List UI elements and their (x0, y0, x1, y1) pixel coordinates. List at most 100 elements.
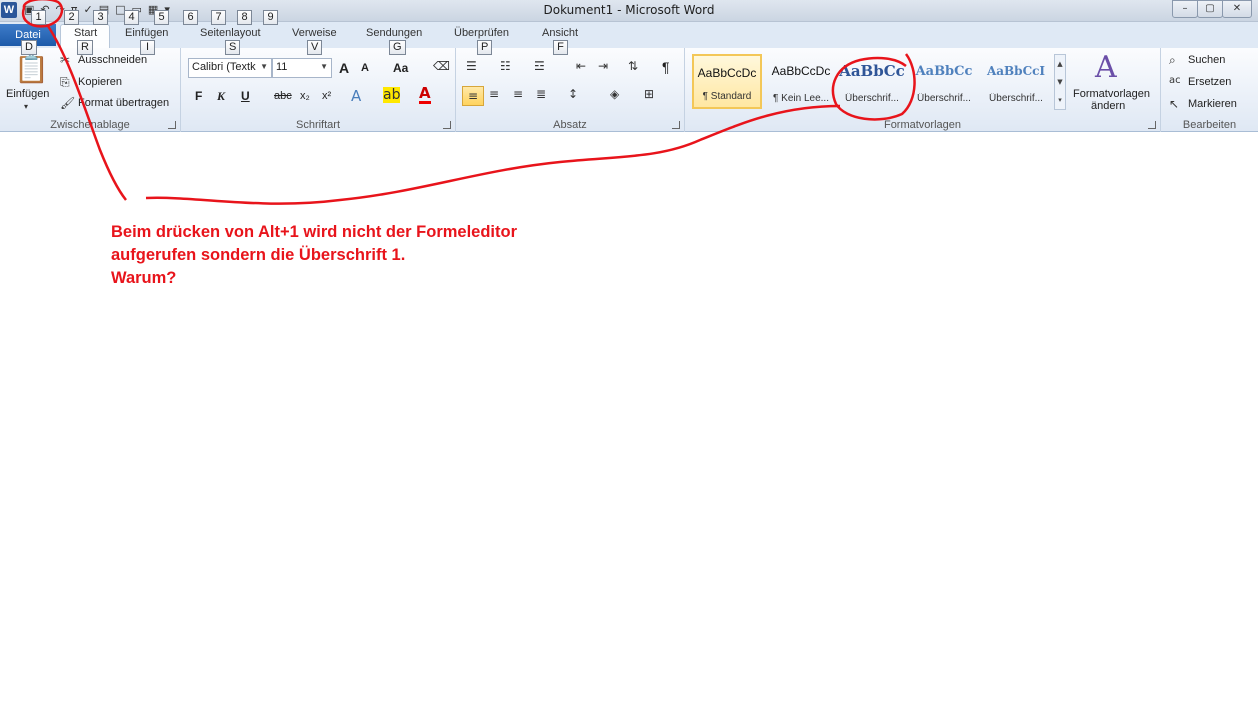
style-kein-leerraum[interactable]: AaBbCcDc ¶ Kein Lee... (766, 54, 836, 109)
keytip-seitenlayout: S (225, 40, 241, 55)
bold-button[interactable]: F (195, 89, 202, 103)
underline-button[interactable]: U (241, 89, 250, 103)
group-label-editing: Bearbeiten (1182, 119, 1237, 131)
binoculars-icon[interactable]: ⌕ (1169, 53, 1176, 68)
keytip-ueberpruefen: P (477, 40, 493, 55)
keytip-qat-7: 7 (211, 10, 226, 25)
change-styles-button[interactable]: Formatvorlagen (1073, 88, 1150, 100)
style-preview: AaBbCcDc (771, 64, 831, 78)
keytip-qat-9: 9 (263, 10, 278, 25)
sort-icon[interactable]: ⇅ (628, 59, 638, 73)
increase-indent-icon[interactable]: ⇥ (598, 59, 608, 73)
maximize-icon[interactable]: ▢ (1197, 0, 1223, 18)
font-family-select[interactable]: Calibri (Textk ▼ (188, 58, 272, 78)
tab-verweise[interactable]: Verweise (292, 27, 337, 39)
group-font: Calibri (Textk ▼ 11 ▼ A A Aa ⌫ F K U abc x… (181, 48, 456, 132)
keytip-verweise: V (307, 40, 323, 55)
numbering-icon[interactable]: ☷ (500, 59, 511, 73)
keytip-sendungen: G (389, 40, 406, 55)
tab-start[interactable]: Start (74, 27, 97, 39)
style-ueberschrift-3[interactable]: AaBbCcI Überschrif... (981, 54, 1051, 109)
clipboard-paste-icon[interactable]: 📋 (14, 52, 49, 88)
chevron-down-icon: ▼ (320, 62, 328, 71)
style-preview: AaBbCc (915, 64, 973, 79)
font-size-select[interactable]: 11 ▼ (272, 58, 332, 78)
tab-ueberpruefen[interactable]: Überprüfen (454, 27, 509, 39)
align-right-icon[interactable]: ≡ (513, 87, 523, 101)
style-standard[interactable]: AaBbCcDc ¶ Standard (692, 54, 762, 109)
multilevel-list-icon[interactable]: ☲ (534, 59, 545, 73)
line-spacing-icon[interactable]: ↕ (568, 87, 578, 101)
chevron-down-icon[interactable]: ▾ (24, 102, 28, 111)
cut-icon[interactable]: ✂ (60, 53, 70, 67)
font-family-value: Calibri (Textk (192, 61, 256, 73)
replace-button[interactable]: Ersetzen (1188, 76, 1231, 88)
text-effects-icon[interactable]: A (351, 87, 361, 105)
select-button[interactable]: Markieren (1188, 98, 1237, 110)
change-styles-button-line2[interactable]: ändern (1091, 100, 1125, 112)
style-preview: AaBbCcI (986, 64, 1046, 78)
style-name: Überschrif... (917, 93, 971, 104)
style-ueberschrift-1[interactable]: AaBbCc Überschrif... (837, 54, 907, 109)
dialog-launcher-icon[interactable] (672, 121, 680, 129)
keytip-datei: D (21, 40, 37, 55)
cut-button[interactable]: Ausschneiden (78, 54, 147, 66)
copy-icon[interactable]: ⎘ (60, 75, 70, 90)
superscript-button[interactable]: x² (322, 90, 331, 102)
subscript-button[interactable]: x₂ (300, 90, 310, 102)
shading-icon[interactable]: ◈ (610, 87, 619, 101)
replace-icon[interactable]: ac (1169, 75, 1181, 86)
group-label-styles: Formatvorlagen (883, 119, 962, 131)
style-name: Überschrif... (845, 93, 899, 104)
align-left-icon[interactable]: ≡ (462, 86, 484, 106)
justify-icon[interactable]: ≣ (536, 87, 546, 101)
tab-einfuegen[interactable]: Einfügen (125, 27, 168, 39)
group-label-clipboard: Zwischenablage (50, 119, 130, 131)
chevron-down-icon: ▼ (260, 62, 268, 71)
format-painter-icon[interactable]: 🖌 (60, 96, 75, 110)
annotation-text: Beim drücken von Alt+1 wird nicht der Fo… (111, 221, 517, 290)
minimize-icon[interactable]: – (1172, 0, 1198, 18)
show-formatting-button[interactable]: ¶ (662, 59, 670, 75)
dialog-launcher-icon[interactable] (443, 121, 451, 129)
keytip-qat-2: 2 (64, 10, 79, 25)
style-name: Überschrif... (989, 93, 1043, 104)
dialog-launcher-icon[interactable] (1148, 121, 1156, 129)
copy-button[interactable]: Kopieren (78, 76, 122, 88)
tab-ansicht[interactable]: Ansicht (542, 27, 578, 39)
style-preview: AaBbCcDc (697, 66, 757, 80)
group-label-font: Schriftart (295, 119, 340, 131)
keytip-einfuegen: I (140, 40, 155, 55)
keytip-qat-8: 8 (237, 10, 252, 25)
keytip-qat-6: 6 (183, 10, 198, 25)
font-color-icon[interactable]: A (419, 86, 431, 104)
keytip-start: R (77, 40, 93, 55)
bullets-icon[interactable]: ☰ (466, 59, 477, 73)
select-cursor-icon[interactable]: ↖ (1169, 97, 1179, 111)
tab-seitenlayout[interactable]: Seitenlayout (200, 27, 261, 39)
group-label-paragraph: Absatz (553, 119, 587, 131)
dialog-launcher-icon[interactable] (168, 121, 176, 129)
close-icon[interactable]: ✕ (1222, 0, 1252, 18)
grow-font-button[interactable]: A (339, 60, 349, 76)
group-styles: AaBbCcDc ¶ Standard AaBbCcDc ¶ Kein Lee.… (685, 48, 1161, 132)
change-case-button[interactable]: Aa (393, 61, 408, 75)
clear-formatting-icon[interactable]: ⌫ (433, 59, 450, 73)
strikethrough-button[interactable]: abc (274, 90, 292, 102)
decrease-indent-icon[interactable]: ⇤ (576, 59, 586, 73)
change-styles-icon[interactable]: A (1095, 50, 1117, 85)
highlight-icon[interactable]: ab (383, 87, 401, 103)
styles-scroll[interactable]: ▲ ▼ ▾ (1054, 54, 1066, 110)
align-center-icon[interactable]: ≡ (489, 87, 499, 101)
annotation-line-1: Beim drücken von Alt+1 wird nicht der Fo… (111, 223, 518, 241)
keytip-qat-1: 1 (31, 10, 46, 25)
font-size-value: 11 (276, 61, 288, 73)
find-button[interactable]: Suchen (1188, 54, 1225, 66)
borders-icon[interactable]: ⊞ (644, 87, 654, 101)
style-ueberschrift-2[interactable]: AaBbCc Überschrif... (909, 54, 979, 109)
tab-sendungen[interactable]: Sendungen (366, 27, 422, 39)
shrink-font-button[interactable]: A (361, 62, 369, 74)
format-painter-button[interactable]: Format übertragen (78, 97, 169, 109)
italic-button[interactable]: K (217, 89, 225, 104)
paste-label[interactable]: Einfügen (6, 88, 49, 100)
